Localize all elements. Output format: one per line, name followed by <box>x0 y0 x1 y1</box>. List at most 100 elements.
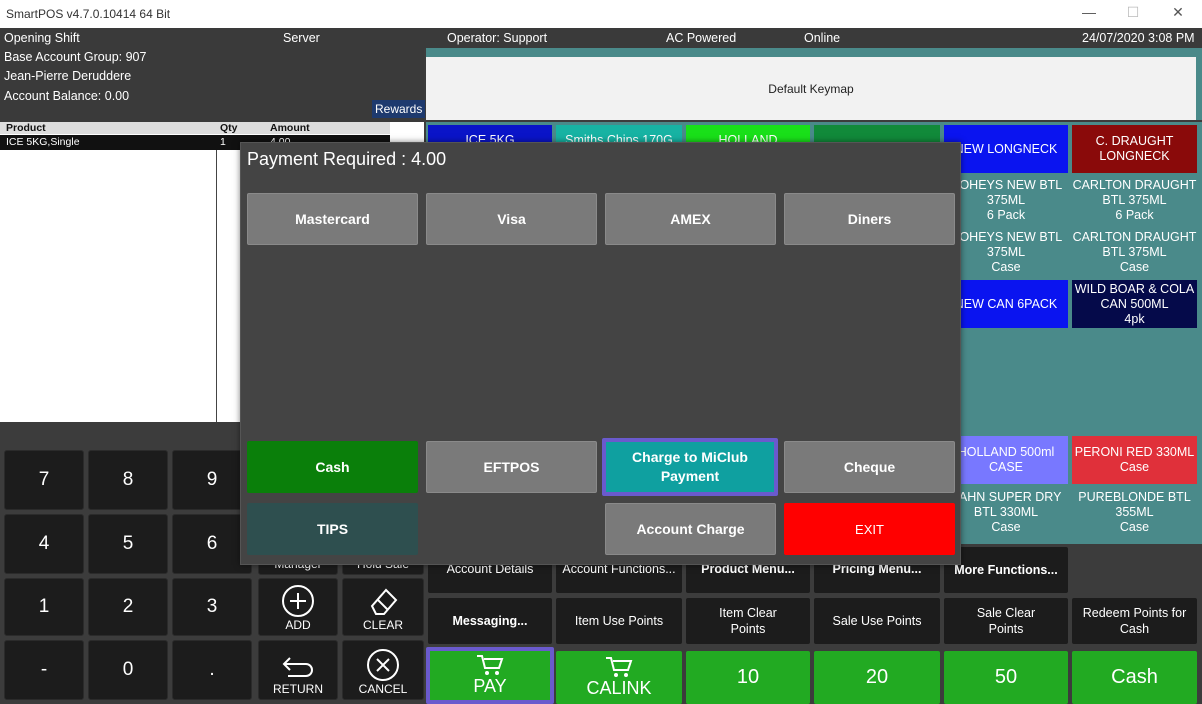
tile-label: BAHN SUPER DRY <box>950 489 1062 504</box>
account-group: Base Account Group: 907 <box>4 50 147 64</box>
tips-button[interactable]: TIPS <box>247 503 418 555</box>
tile-carlton-case[interactable]: CARLTON DRAUGHT BTL 375ML Case <box>1072 228 1197 276</box>
tile-tooheys-6pack[interactable]: OOHEYS NEW BTL 375ML 6 Pack <box>944 176 1068 224</box>
tile-label: Case <box>1119 460 1150 474</box>
tile-label: CARLTON DRAUGHT <box>1072 229 1197 244</box>
add-button[interactable]: ADD <box>258 578 338 636</box>
tile-label: BTL 375ML <box>1102 192 1167 207</box>
server-label: Server <box>283 31 320 45</box>
app-title: SmartPOS v4.7.0.10414 64 Bit <box>6 7 171 21</box>
keymap-strip <box>426 48 1202 57</box>
header-product: Product <box>6 122 46 134</box>
tile-tooheys-case[interactable]: OOHEYS NEW BTL 375ML Case <box>944 228 1068 276</box>
column-divider <box>216 150 217 422</box>
cancel-button[interactable]: CANCEL <box>342 640 424 700</box>
tile-label: 375ML <box>986 192 1026 207</box>
tile-label: CASE <box>988 460 1024 474</box>
tile-label: CAN 500ML <box>1100 296 1169 311</box>
key-3[interactable]: 3 <box>172 578 252 636</box>
account-panel: Base Account Group: 907 Jean-Pierre Deru… <box>0 48 426 122</box>
more-functions-button[interactable]: More Functions... <box>944 547 1068 593</box>
tile-wild-boar[interactable]: WILD BOAR & COLA CAN 500ML 4pk <box>1072 280 1197 328</box>
tile-asahi[interactable]: BAHN SUPER DRY BTL 330ML Case <box>944 488 1068 536</box>
tile-pureblonde[interactable]: PUREBLONDE BTL 355ML Case <box>1072 488 1197 536</box>
item-use-points-button[interactable]: Item Use Points <box>556 598 682 644</box>
add-label: ADD <box>285 618 311 632</box>
account-charge-button[interactable]: Account Charge <box>605 503 776 555</box>
tile-peroni[interactable]: PERONI RED 330ML Case <box>1072 436 1197 484</box>
header-amount: Amount <box>270 122 310 134</box>
rewards-button[interactable]: Rewards <box>372 100 426 118</box>
row-qty: 1 <box>220 136 226 148</box>
exit-button[interactable]: EXIT <box>784 503 955 555</box>
tile-label: OOHEYS NEW BTL <box>949 229 1063 244</box>
tile-label: BTL 330ML <box>973 504 1039 519</box>
diners-button[interactable]: Diners <box>784 193 955 245</box>
key-5[interactable]: 5 <box>88 514 168 574</box>
maximize-button[interactable]: ☐ <box>1118 4 1148 21</box>
key-dot[interactable]: . <box>172 640 252 700</box>
cash-payment-button[interactable]: Cash <box>247 441 418 493</box>
cash-button[interactable]: Cash <box>1072 651 1197 704</box>
amex-button[interactable]: AMEX <box>605 193 776 245</box>
eftpos-button[interactable]: EFTPOS <box>426 441 597 493</box>
tile-label: 355ML <box>1115 504 1154 519</box>
tile-carlton-6pack[interactable]: CARLTON DRAUGHT BTL 375ML 6 Pack <box>1072 176 1197 224</box>
keymap-edge <box>1196 57 1202 120</box>
tile-label: Case <box>991 519 1021 534</box>
pay-label: PAY <box>473 676 507 696</box>
key-4[interactable]: 4 <box>4 514 84 574</box>
key-minus[interactable]: - <box>4 640 84 700</box>
tile-label: Case <box>1119 259 1150 274</box>
key-0[interactable]: 0 <box>88 640 168 700</box>
key-7[interactable]: 7 <box>4 450 84 510</box>
cart-icon <box>606 657 633 677</box>
sale-clear-points-button[interactable]: Sale Clear Points <box>944 598 1068 644</box>
close-button[interactable]: ✕ <box>1163 4 1193 21</box>
tile-label: NEW CAN 6PACK <box>954 296 1058 311</box>
tile-new-can-6pack[interactable]: NEW CAN 6PACK <box>944 280 1068 328</box>
keymap-label: Default Keymap <box>426 57 1196 120</box>
tile-label: HOLLAND 500ml <box>957 445 1055 459</box>
cancel-icon <box>367 649 399 681</box>
title-bar: SmartPOS v4.7.0.10414 64 Bit — ☐ ✕ <box>0 0 1202 28</box>
cart-icon <box>477 655 504 675</box>
pay-button[interactable]: PAY <box>426 647 554 704</box>
header-qty: Qty <box>220 122 238 134</box>
miclub-payment-button[interactable]: Charge to MiClub Payment <box>602 438 778 496</box>
status-bar: Opening Shift Server Operator: Support A… <box>0 28 1202 48</box>
cheque-button[interactable]: Cheque <box>784 441 955 493</box>
tile-c-draught-longneck[interactable]: C. DRAUGHT LONGNECK <box>1072 125 1197 173</box>
cancel-label: CANCEL <box>358 682 408 696</box>
key-1[interactable]: 1 <box>4 578 84 636</box>
tile-label: NEW LONGNECK <box>954 141 1058 156</box>
account-balance: Account Balance: 0.00 <box>4 89 130 103</box>
tile-label: WILD BOAR & COLA <box>1074 281 1195 296</box>
calink-button[interactable]: CALINK <box>556 651 682 704</box>
tile-holland-case[interactable]: HOLLAND 500ml CASE <box>944 436 1068 484</box>
online-status: Online <box>804 31 841 45</box>
tile-label: OOHEYS NEW BTL <box>949 177 1063 192</box>
return-button[interactable]: RETURN <box>258 640 338 700</box>
cash-10-button[interactable]: 10 <box>686 651 810 704</box>
messaging-button[interactable]: Messaging... <box>428 598 552 644</box>
key-8[interactable]: 8 <box>88 450 168 510</box>
eraser-icon <box>370 588 398 615</box>
visa-button[interactable]: Visa <box>426 193 597 245</box>
cash-20-button[interactable]: 20 <box>814 651 940 704</box>
tile-label: PERONI RED 330ML <box>1074 445 1195 459</box>
return-icon <box>282 657 313 677</box>
mastercard-button[interactable]: Mastercard <box>247 193 418 245</box>
tile-label: Case <box>1119 519 1150 534</box>
row-product: ICE 5KG,Single <box>6 136 80 148</box>
sale-use-points-button[interactable]: Sale Use Points <box>814 598 940 644</box>
item-clear-points-button[interactable]: Item Clear Points <box>686 598 810 644</box>
tile-new-longneck[interactable]: NEW LONGNECK <box>944 125 1068 173</box>
cash-50-button[interactable]: 50 <box>944 651 1068 704</box>
minimize-button[interactable]: — <box>1074 4 1104 20</box>
tile-label: PUREBLONDE BTL <box>1078 489 1191 504</box>
clear-button[interactable]: CLEAR <box>342 578 424 636</box>
tile-label: 375ML <box>986 244 1026 259</box>
redeem-points-button[interactable]: Redeem Points for Cash <box>1072 598 1197 644</box>
key-2[interactable]: 2 <box>88 578 168 636</box>
